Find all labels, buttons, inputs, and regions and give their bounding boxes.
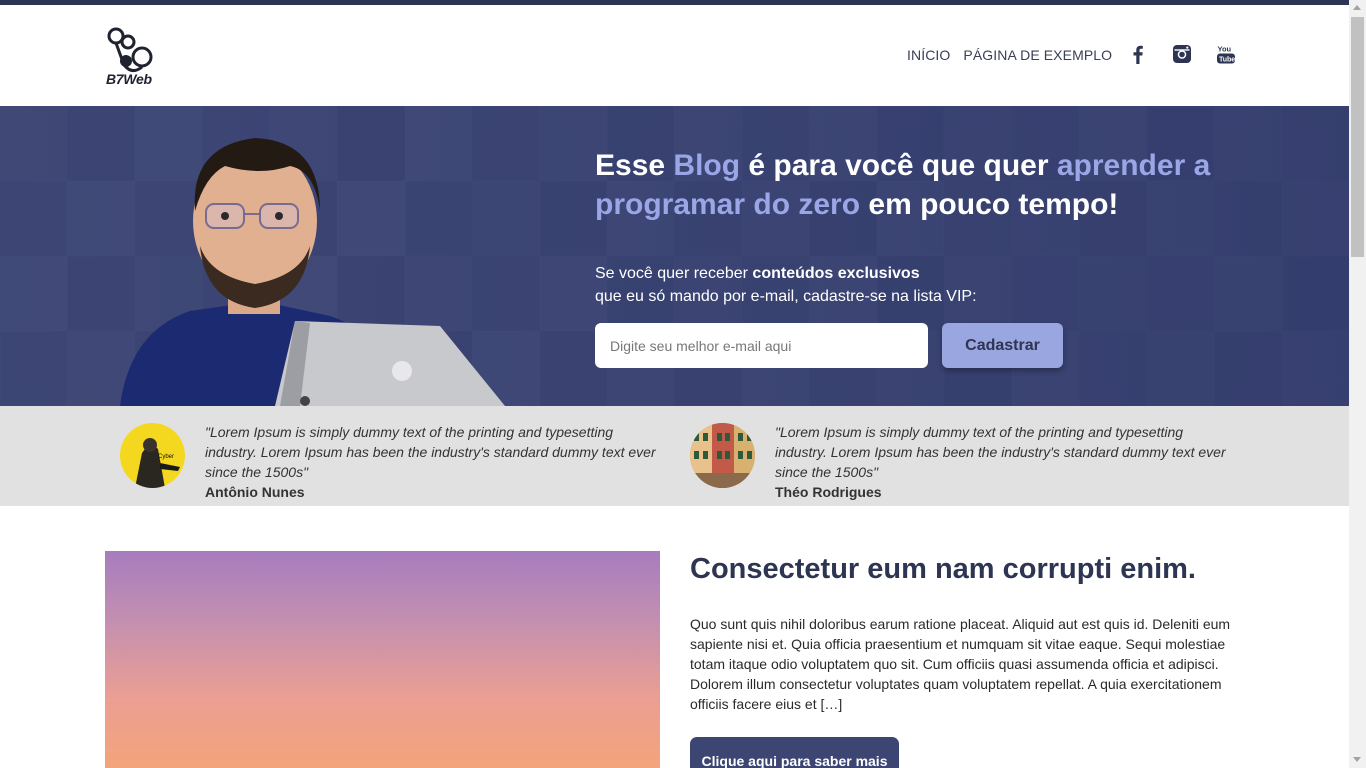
scroll-thumb[interactable]: [1351, 17, 1364, 257]
post-title[interactable]: Consectetur eum nam corrupti enim.: [690, 553, 1196, 586]
svg-text:You: You: [1218, 45, 1232, 54]
nav-link-pagina-exemplo[interactable]: PÁGINA DE EXEMPLO: [963, 47, 1112, 63]
page-scrollbar[interactable]: [1349, 0, 1366, 768]
signup-button[interactable]: Cadastrar: [942, 323, 1063, 368]
avatar: Cyber: [120, 423, 185, 488]
hero-title: Esse Blog é para você que quer aprender …: [595, 149, 1211, 221]
youtube-icon[interactable]: You Tube: [1215, 43, 1237, 65]
site-header: B7Web INÍCIO PÁGINA DE EXEMPLO You Tube: [0, 5, 1349, 106]
hero-banner: Esse Blog é para você que quer aprender …: [0, 106, 1349, 406]
avatar: [690, 423, 755, 488]
testimonial-author: Théo Rodrigues: [775, 484, 882, 500]
logo-text: B7Web: [106, 71, 152, 87]
post-excerpt: Quo sunt quis nihil doloribus earum rati…: [690, 616, 1231, 712]
testimonials-section: Cyber "Lorem Ipsum is simply dummy text …: [0, 406, 1349, 506]
hero-subtitle: Se você quer receber conteúdos exclusivo…: [595, 265, 977, 305]
svg-text:Cyber: Cyber: [158, 454, 174, 460]
social-links: You Tube: [1127, 43, 1237, 65]
read-more-button[interactable]: Clique aqui para saber mais: [690, 737, 899, 768]
presenter-photo: [120, 138, 505, 406]
testimonial-quote: "Lorem Ipsum is simply dummy text of the…: [205, 424, 656, 480]
scroll-down-icon[interactable]: [1353, 757, 1361, 762]
nav-link-inicio[interactable]: INÍCIO: [907, 47, 950, 63]
instagram-icon[interactable]: [1171, 43, 1193, 65]
testimonial-quote: "Lorem Ipsum is simply dummy text of the…: [775, 424, 1226, 480]
email-input[interactable]: [595, 323, 928, 368]
svg-text:Tube: Tube: [1219, 57, 1235, 64]
facebook-icon[interactable]: [1127, 43, 1149, 65]
main-nav: INÍCIO PÁGINA DE EXEMPLO: [907, 47, 1112, 63]
testimonial-author: Antônio Nunes: [205, 484, 305, 500]
scroll-up-icon[interactable]: [1353, 5, 1361, 10]
post-image[interactable]: [105, 551, 660, 768]
